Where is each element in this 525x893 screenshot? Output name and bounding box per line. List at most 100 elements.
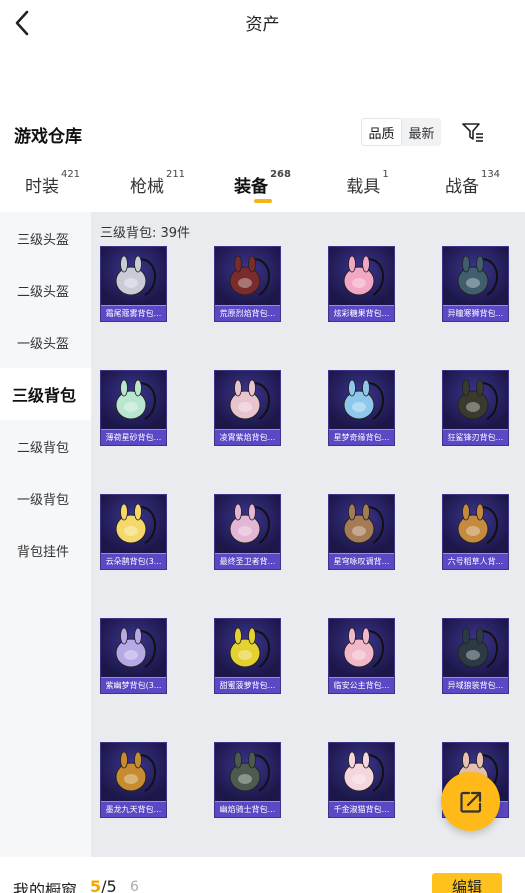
backpack-item-card[interactable]: 千金淑猫背包... xyxy=(328,742,395,818)
backpack-item-name: 千金淑猫背包... xyxy=(329,801,394,817)
sidemenu-item-helmet-lv1[interactable]: 一级头盔 xyxy=(0,316,91,368)
backpack-item-name: 异域狼装背包... xyxy=(443,677,508,693)
filter-button[interactable] xyxy=(460,119,486,145)
backpack-thumbnail-icon xyxy=(443,247,508,305)
backpack-item-name: 荒原烈焰背包... xyxy=(215,305,280,321)
tab-vehicles[interactable]: 载具1 xyxy=(315,160,420,210)
backpack-item-name: 炫彩糖果背包... xyxy=(329,305,394,321)
sidemenu-item-backpack-lv2[interactable]: 二级背包 xyxy=(0,420,91,472)
active-tab-indicator xyxy=(253,199,272,203)
share-icon xyxy=(459,791,481,813)
tab-count: 134 xyxy=(480,169,501,180)
backpack-item-card[interactable]: 霜尾蔻雾背包... xyxy=(100,246,167,322)
backpack-item-card[interactable]: 最终圣卫者背... xyxy=(214,494,281,570)
backpack-item-name: 临安公主背包... xyxy=(329,677,394,693)
backpack-item-name: 霜尾蔻雾背包... xyxy=(101,305,166,321)
backpack-item-name: 星穹咏叹调背... xyxy=(329,553,394,569)
tab-count: 421 xyxy=(60,169,81,180)
backpack-item-card[interactable]: 薄荷星砂背包... xyxy=(100,370,167,446)
sidemenu-item-backpack-lv1[interactable]: 一级背包 xyxy=(0,472,91,524)
assets-page: 资产 游戏仓库 品质 最新 时装421 枪械211 装备268 载具1 战备13… xyxy=(0,0,525,893)
backpack-thumbnail-icon xyxy=(329,371,394,429)
tab-count: 268 xyxy=(270,169,291,180)
subcategory-menu: 三级头盔 二级头盔 一级头盔 三级背包 二级背包 一级背包 背包挂件 xyxy=(0,212,91,857)
backpack-item-name: 六号稻草人背... xyxy=(443,553,508,569)
backpack-item-name: 异瞳寒狮背包... xyxy=(443,305,508,321)
backpack-thumbnail-icon xyxy=(215,371,280,429)
tab-label: 枪械 xyxy=(129,177,164,197)
page-title: 资产 xyxy=(245,15,280,35)
backpack-item-card[interactable]: 异域狼装背包... xyxy=(442,618,509,694)
sort-toggle: 品质 最新 xyxy=(361,118,441,146)
backpack-item-card[interactable]: 星穹咏叹调背... xyxy=(328,494,395,570)
tab-equipment[interactable]: 装备268 xyxy=(210,160,315,210)
sort-quality[interactable]: 品质 xyxy=(361,118,402,146)
backpack-item-name: 云朵鹊背包(3... xyxy=(101,553,166,569)
backpack-item-card[interactable]: 荒原烈焰背包... xyxy=(214,246,281,322)
backpack-thumbnail-icon xyxy=(101,371,166,429)
backpack-thumbnail-icon xyxy=(215,247,280,305)
backpack-thumbnail-icon xyxy=(329,743,394,801)
edit-button[interactable]: 编辑 xyxy=(432,873,502,893)
backpack-thumbnail-icon xyxy=(101,247,166,305)
backpack-thumbnail-icon xyxy=(443,619,508,677)
top-bar: 资产 xyxy=(0,0,525,48)
showcase-extra: 6 xyxy=(130,879,139,893)
backpack-item-name: 薄荷星砂背包... xyxy=(101,429,166,445)
tab-weapons[interactable]: 枪械211 xyxy=(105,160,210,210)
backpack-thumbnail-icon xyxy=(215,743,280,801)
showcase-current: 5 xyxy=(90,877,102,893)
sidemenu-item-backpack-lv3[interactable]: 三级背包 xyxy=(0,368,91,420)
backpack-item-name: 甜蜜菠萝背包... xyxy=(215,677,280,693)
backpack-item-name: 狂鲨锋刃背包... xyxy=(443,429,508,445)
backpack-item-name: 墨龙九天背包... xyxy=(101,801,166,817)
backpack-item-card[interactable]: 异瞳寒狮背包... xyxy=(442,246,509,322)
backpack-thumbnail-icon xyxy=(443,495,508,553)
backpack-thumbnail-icon xyxy=(101,495,166,553)
backpack-item-card[interactable]: 墨龙九天背包... xyxy=(100,742,167,818)
backpack-item-card[interactable]: 凌霄紫焰背包... xyxy=(214,370,281,446)
backpack-item-name: 最终圣卫者背... xyxy=(215,553,280,569)
backpack-item-card[interactable]: 临安公主背包... xyxy=(328,618,395,694)
tab-supplies[interactable]: 战备134 xyxy=(420,160,525,210)
showcase-label: 我的橱窗 xyxy=(13,881,78,893)
backpack-thumbnail-icon xyxy=(101,619,166,677)
backpack-item-card[interactable]: 甜蜜菠萝背包... xyxy=(214,618,281,694)
sidemenu-item-helmet-lv3[interactable]: 三级头盔 xyxy=(0,212,91,264)
tab-label: 载具 xyxy=(346,177,381,197)
backpack-thumbnail-icon xyxy=(443,371,508,429)
backpack-item-card[interactable]: 炫彩糖果背包... xyxy=(328,246,395,322)
backpack-item-name: 凌霄紫焰背包... xyxy=(215,429,280,445)
warehouse-header: 游戏仓库 品质 最新 xyxy=(0,112,525,156)
backpack-thumbnail-icon xyxy=(215,495,280,553)
showcase-count: 5/5 xyxy=(90,877,117,893)
backpack-item-card[interactable]: 幽焰骑士背包... xyxy=(214,742,281,818)
sort-newest[interactable]: 最新 xyxy=(402,118,441,146)
sidemenu-item-helmet-lv2[interactable]: 二级头盔 xyxy=(0,264,91,316)
filter-icon xyxy=(462,123,483,142)
backpack-item-card[interactable]: 星梦奇缘背包... xyxy=(328,370,395,446)
sidemenu-item-backpack-pendant[interactable]: 背包挂件 xyxy=(0,524,91,576)
showcase-total: /5 xyxy=(101,877,117,893)
backpack-thumbnail-icon xyxy=(101,743,166,801)
backpack-thumbnail-icon xyxy=(329,247,394,305)
backpack-item-card[interactable]: 云朵鹊背包(3... xyxy=(100,494,167,570)
warehouse-title: 游戏仓库 xyxy=(14,127,82,147)
tab-count: 1 xyxy=(382,169,389,180)
category-tabs: 时装421 枪械211 装备268 载具1 战备134 xyxy=(0,160,525,210)
backpack-item-card[interactable]: 狂鲨锋刃背包... xyxy=(442,370,509,446)
showcase-bar: 我的橱窗 5/5 6 编辑 xyxy=(0,857,525,893)
backpack-item-name: 幽焰骑士背包... xyxy=(215,801,280,817)
share-button[interactable] xyxy=(441,772,500,831)
backpack-thumbnail-icon xyxy=(329,495,394,553)
grid-heading: 三级背包: 39件 xyxy=(100,226,191,241)
backpack-item-name: 星梦奇缘背包... xyxy=(329,429,394,445)
tab-label: 时装 xyxy=(24,177,59,197)
backpack-thumbnail-icon xyxy=(215,619,280,677)
tab-count: 211 xyxy=(165,169,186,180)
tab-label: 装备 xyxy=(234,177,269,197)
tab-fashion[interactable]: 时装421 xyxy=(0,160,105,210)
backpack-thumbnail-icon xyxy=(329,619,394,677)
backpack-item-card[interactable]: 紫幽梦背包(3... xyxy=(100,618,167,694)
backpack-item-card[interactable]: 六号稻草人背... xyxy=(442,494,509,570)
